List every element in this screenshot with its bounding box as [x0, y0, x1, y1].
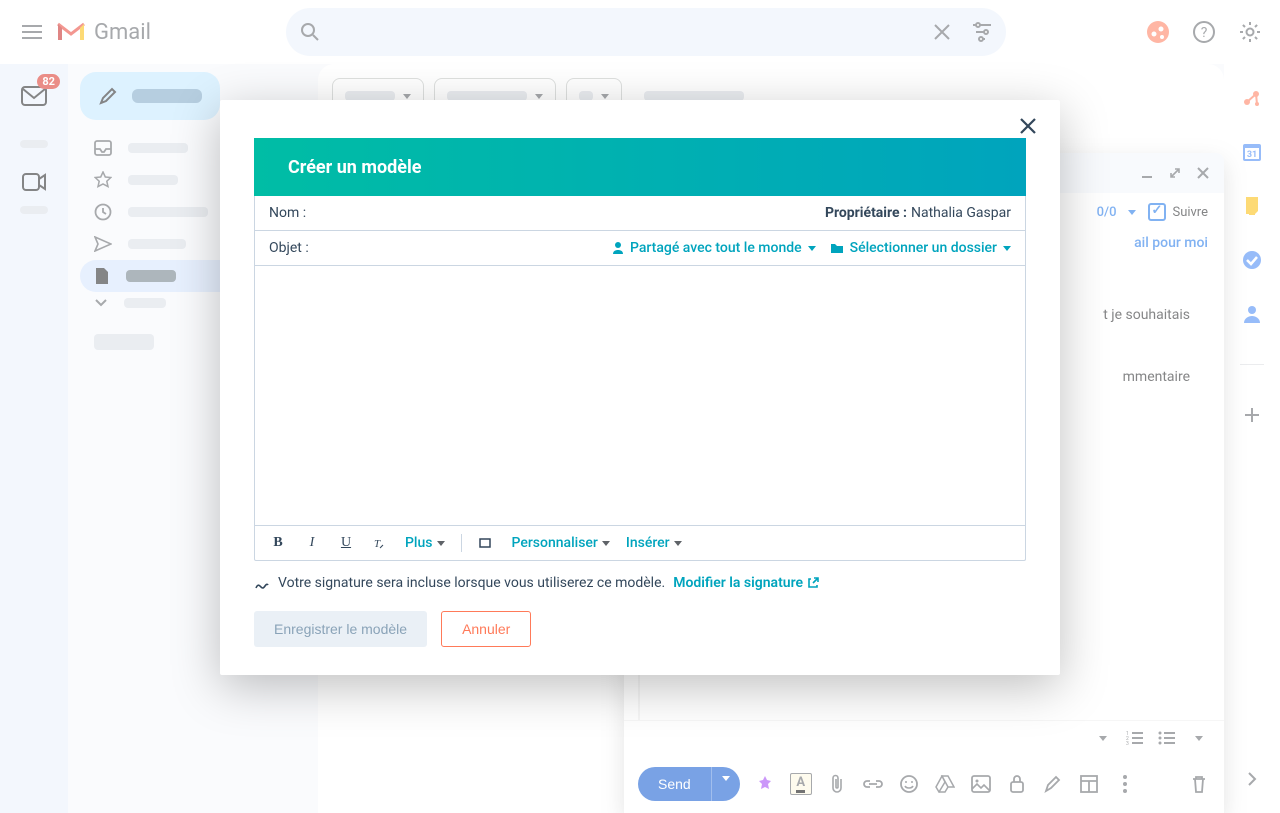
- insert-link-button[interactable]: [478, 536, 496, 550]
- subject-label: Objet :: [269, 240, 309, 256]
- save-template-button[interactable]: Enregistrer le modèle: [254, 611, 427, 647]
- folder-dropdown[interactable]: Sélectionner un dossier: [830, 240, 1011, 256]
- folder-icon: [830, 242, 844, 254]
- svg-text:T: T: [374, 538, 381, 550]
- subject-row: Objet : Partagé avec tout le monde Sélec…: [255, 230, 1025, 265]
- template-toolbar: B I U T Plus Personnaliser Insérer: [255, 525, 1025, 560]
- share-dropdown[interactable]: Partagé avec tout le monde: [612, 240, 816, 256]
- underline-button[interactable]: U: [337, 535, 355, 551]
- cancel-button[interactable]: Annuler: [441, 611, 531, 647]
- modal-overlay: Créer un modèle Nom : Propriétaire : Nat…: [0, 0, 1280, 813]
- personalize-dropdown[interactable]: Personnaliser: [512, 535, 610, 551]
- signature-icon: [254, 575, 270, 591]
- modal-title: Créer un modèle: [288, 157, 421, 178]
- owner-label: Propriétaire :: [825, 205, 907, 221]
- modal-close-button[interactable]: [1016, 114, 1040, 138]
- create-template-modal: Créer un modèle Nom : Propriétaire : Nat…: [220, 100, 1060, 675]
- modal-title-banner: Créer un modèle: [254, 138, 1026, 196]
- edit-signature-link[interactable]: Modifier la signature: [673, 575, 819, 591]
- external-link-icon: [807, 577, 819, 589]
- name-row: Nom : Propriétaire : Nathalia Gaspar: [255, 196, 1025, 230]
- insert-dropdown[interactable]: Insérer: [626, 535, 682, 551]
- person-icon: [612, 241, 624, 255]
- modal-actions: Enregistrer le modèle Annuler: [254, 611, 1026, 647]
- italic-button[interactable]: I: [303, 535, 321, 551]
- close-icon: [1019, 117, 1037, 135]
- name-label: Nom :: [269, 205, 306, 221]
- template-form: Nom : Propriétaire : Nathalia Gaspar Obj…: [254, 196, 1026, 561]
- clear-format-button[interactable]: T: [371, 536, 389, 550]
- bold-button[interactable]: B: [269, 535, 287, 551]
- owner-name: Nathalia Gaspar: [911, 205, 1011, 221]
- more-format-dropdown[interactable]: Plus: [405, 535, 445, 551]
- template-body-editor[interactable]: [255, 265, 1025, 525]
- signature-note: Votre signature sera incluse lorsque vou…: [254, 575, 1026, 591]
